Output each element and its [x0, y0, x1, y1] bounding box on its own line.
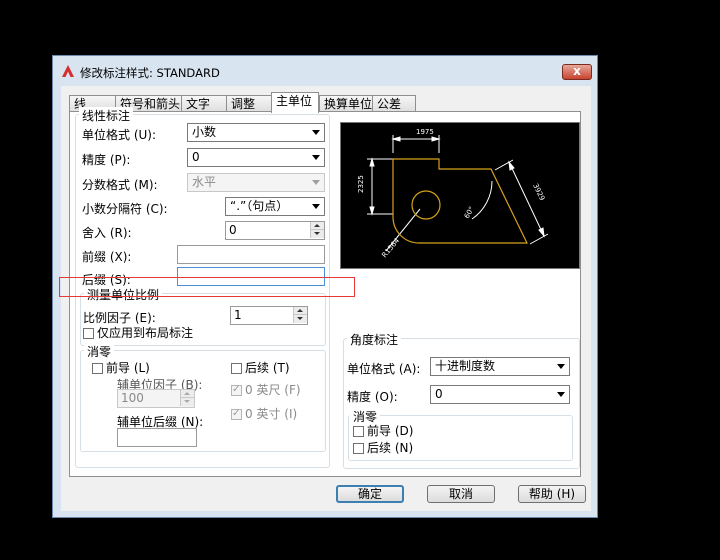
sub-unit-factor-spinner[interactable]: 100: [117, 389, 195, 408]
spin-down-icon[interactable]: [310, 230, 324, 238]
scale-factor-label: 比例因子 (E):: [83, 311, 156, 325]
chevron-down-icon: [312, 180, 320, 185]
preview-drawing: 1975 2325 3929 60° R1564: [357, 128, 549, 259]
dialog-body: 线 符号和箭头 文字 调整 主单位 换算单位 公差 线性标注 单位格式 (U):…: [61, 86, 591, 511]
checkbox-icon[interactable]: [231, 383, 242, 396]
cancel-button[interactable]: 取消: [427, 485, 495, 503]
spinner-buttons[interactable]: [310, 222, 324, 239]
sub-unit-factor-value: 100: [121, 391, 144, 405]
checkbox-icon[interactable]: [353, 443, 364, 454]
preview-dim-top: 1975: [416, 128, 434, 136]
spin-up-icon[interactable]: [180, 390, 194, 398]
prefix-input[interactable]: [177, 245, 325, 264]
prefix-label: 前缀 (X):: [82, 250, 132, 264]
chevron-down-icon: [312, 155, 320, 160]
angular-precision-select[interactable]: 0: [430, 385, 570, 404]
leading-zero-label: 前导 (L): [106, 361, 150, 375]
angular-precision-label: 精度 (O):: [347, 390, 398, 404]
round-off-spinner[interactable]: 0: [225, 221, 325, 240]
zero-suppression-label: 消零: [84, 343, 115, 360]
spin-down-icon[interactable]: [293, 315, 307, 323]
angular-precision-value: 0: [435, 387, 443, 401]
spin-up-icon[interactable]: [293, 307, 307, 315]
help-button[interactable]: 帮助 (H): [518, 485, 586, 503]
angular-dimensions-label: 角度标注: [347, 331, 402, 348]
precision-value: 0: [192, 150, 200, 164]
tab-tolerances[interactable]: 公差: [372, 95, 416, 112]
chevron-down-icon: [557, 392, 565, 397]
decimal-separator-value: “.”（句点）: [230, 199, 289, 213]
checkbox-icon[interactable]: [231, 363, 242, 374]
spin-up-icon[interactable]: [310, 222, 324, 230]
zero-feet-label: 0 英尺 (F): [245, 383, 301, 397]
fraction-format-select[interactable]: 水平: [187, 173, 325, 192]
checkbox-icon[interactable]: [92, 363, 103, 374]
layout-only-label: 仅应用到布局标注: [97, 326, 194, 340]
trailing-zero-checkbox[interactable]: 后续 (T): [231, 362, 290, 375]
round-off-label: 舍入 (R):: [82, 226, 132, 240]
angular-unit-format-label: 单位格式 (A):: [347, 362, 421, 376]
layout-only-checkbox[interactable]: 仅应用到布局标注: [83, 327, 193, 340]
precision-label: 精度 (P):: [82, 153, 131, 167]
scale-factor-value: 1: [234, 308, 242, 322]
linear-dimensions-label: 线性标注: [79, 107, 134, 124]
unit-format-select[interactable]: 小数: [187, 123, 325, 142]
precision-select[interactable]: 0: [187, 148, 325, 167]
leading-zero-checkbox[interactable]: 前导 (L): [92, 362, 150, 375]
chevron-down-icon: [557, 364, 565, 369]
trailing-zero-label: 后续 (T): [245, 361, 290, 375]
angular-trailing-label: 后续 (N): [367, 441, 414, 455]
angular-trailing-zero-checkbox[interactable]: 后续 (N): [353, 442, 413, 455]
decimal-separator-select[interactable]: “.”（句点）: [225, 197, 325, 216]
title-bar[interactable]: 修改标注样式: STANDARD x: [53, 56, 597, 86]
fraction-format-label: 分数格式 (M):: [82, 178, 158, 192]
spinner-buttons[interactable]: [180, 390, 194, 407]
preview-dim-left: 2325: [357, 175, 365, 193]
ok-button[interactable]: 确定: [336, 485, 404, 503]
tab-fit[interactable]: 调整: [226, 95, 272, 112]
chevron-down-icon: [312, 204, 320, 209]
spinner-buttons[interactable]: [293, 307, 307, 324]
angular-leading-zero-checkbox[interactable]: 前导 (D): [353, 425, 413, 438]
tab-primary-units[interactable]: 主单位: [271, 92, 319, 113]
tab-alternate-units[interactable]: 换算单位: [319, 95, 373, 112]
decimal-separator-label: 小数分隔符 (C):: [82, 202, 168, 216]
unit-format-value: 小数: [192, 125, 217, 139]
checkbox-icon[interactable]: [83, 328, 94, 339]
tab-text[interactable]: 文字: [181, 95, 227, 112]
sub-unit-suffix-input[interactable]: [117, 428, 197, 447]
window-title: 修改标注样式: STANDARD: [80, 66, 220, 80]
fraction-format-value: 水平: [192, 175, 217, 189]
angular-zero-suppression-label: 消零: [350, 408, 381, 425]
angular-unit-format-value: 十进制度数: [435, 359, 496, 373]
round-off-value: 0: [229, 223, 237, 237]
autocad-logo-icon: [62, 65, 74, 77]
unit-format-label: 单位格式 (U):: [82, 128, 157, 142]
close-button[interactable]: x: [562, 64, 592, 80]
checkbox-icon[interactable]: [353, 426, 364, 437]
close-icon: x: [573, 64, 581, 78]
dimension-preview: 1975 2325 3929 60° R1564: [340, 122, 580, 269]
zero-inches-label: 0 英寸 (I): [245, 407, 298, 421]
zero-inches-checkbox[interactable]: 0 英寸 (I): [231, 407, 298, 421]
preview-radius: R1564: [380, 236, 401, 259]
zero-feet-checkbox[interactable]: 0 英尺 (F): [231, 383, 301, 397]
angular-unit-format-select[interactable]: 十进制度数: [430, 357, 570, 376]
chevron-down-icon: [312, 130, 320, 135]
suffix-highlight-box: [59, 277, 355, 297]
preview-dim-diag: 3929: [531, 182, 546, 202]
checkbox-icon[interactable]: [231, 407, 242, 420]
angular-leading-label: 前导 (D): [367, 424, 414, 438]
spin-down-icon[interactable]: [180, 398, 194, 406]
scale-factor-spinner[interactable]: 1: [230, 306, 308, 325]
